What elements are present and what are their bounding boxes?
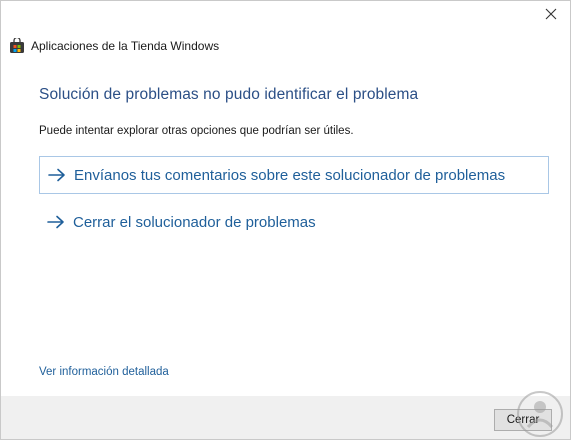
send-feedback-label: Envíanos tus comentarios sobre este solu… xyxy=(74,166,506,184)
arrow-right-icon xyxy=(48,168,66,182)
window-title: Aplicaciones de la Tienda Windows xyxy=(31,39,220,53)
title-bar: Aplicaciones de la Tienda Windows xyxy=(9,35,219,57)
close-troubleshooter-option[interactable]: Cerrar el solucionador de problemas xyxy=(39,203,549,241)
store-app-icon xyxy=(9,36,25,54)
window-close-button[interactable] xyxy=(536,5,566,27)
send-feedback-option[interactable]: Envíanos tus comentarios sobre este solu… xyxy=(39,156,549,194)
page-heading: Solución de problemas no pudo identifica… xyxy=(39,86,419,103)
close-troubleshooter-label: Cerrar el solucionador de problemas xyxy=(73,213,316,231)
view-details-link[interactable]: Ver información detallada xyxy=(39,366,169,378)
close-icon xyxy=(545,7,557,25)
troubleshooter-window: Aplicaciones de la Tienda Windows Soluci… xyxy=(0,0,571,440)
dialog-footer xyxy=(1,396,570,439)
watermark-logo xyxy=(512,387,568,441)
arrow-right-icon xyxy=(47,215,65,229)
page-subtext: Puede intentar explorar otras opciones q… xyxy=(39,125,354,137)
